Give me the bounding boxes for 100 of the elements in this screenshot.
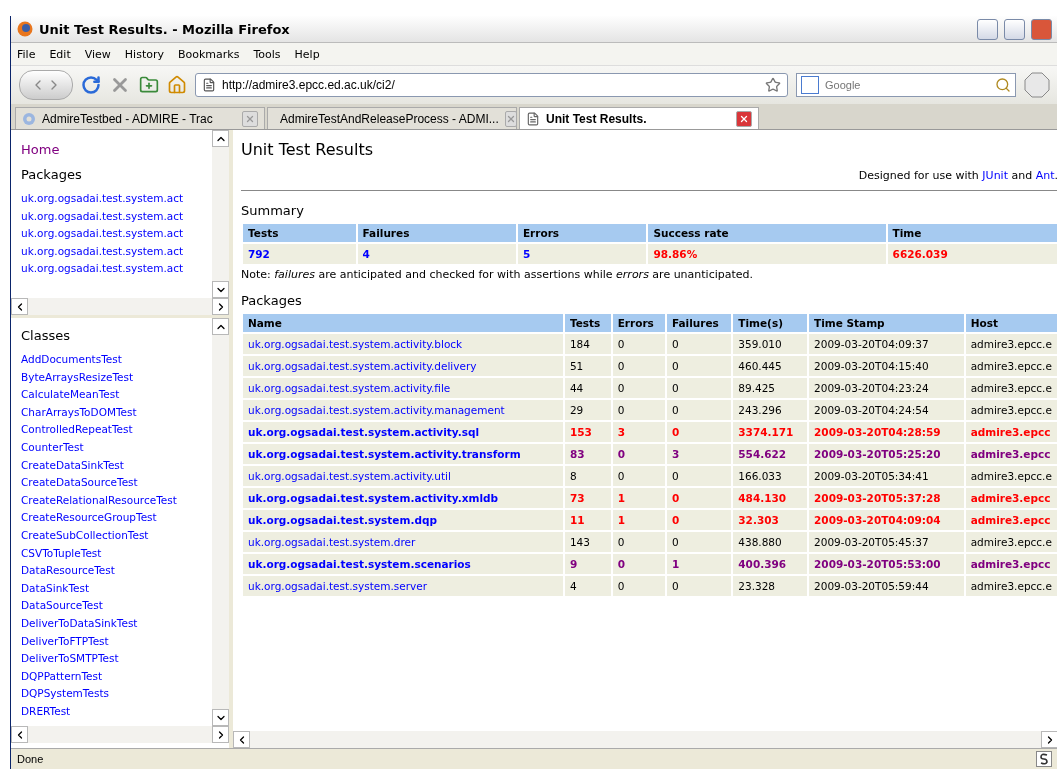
class-link[interactable]: CalculateMeanTest [21,386,212,404]
home-link[interactable]: Home [21,142,212,157]
menu-item[interactable]: Help [294,47,320,61]
search-box[interactable]: Google [796,73,1016,97]
class-link[interactable]: CreateDataSourceTest [21,474,212,492]
class-link[interactable]: CreateResourceGroupTest [21,509,212,527]
summary-cell: 98.86% [648,244,886,264]
table-cell: admire3.epcc.e [965,378,1057,398]
browser-tab[interactable]: AdmireTestAndReleaseProcess - ADMI... [267,107,517,129]
package-link[interactable]: uk.org.ogsadai.test.system.scenarios [248,558,471,570]
column-header: Time Stamp [809,314,964,332]
class-link[interactable]: DQPSystemTests [21,685,212,703]
minimize-button[interactable] [977,18,998,40]
vertical-scrollbar[interactable] [212,130,229,298]
horizontal-scrollbar[interactable] [11,726,229,743]
maximize-button[interactable] [1004,18,1025,40]
search-icon[interactable] [995,77,1011,93]
table-cell: 166.033 [733,466,808,486]
table-cell: 3374.171 [733,422,808,442]
horizontal-scrollbar[interactable] [11,298,229,315]
column-header: Tests [564,314,611,332]
class-link[interactable]: CreateDataSinkTest [21,456,212,475]
horizontal-scrollbar[interactable] [233,731,1057,748]
package-link[interactable]: uk.org.ogsadai.test.system.activity.block [248,338,463,350]
package-link[interactable]: uk.org.ogsadai.test.system.activity.xmldb [248,492,499,504]
package-link[interactable]: uk.org.ogsadai.test.system.act [21,190,212,208]
table-cell: 2009-03-20T05:37:28 [809,488,964,508]
package-link[interactable]: uk.org.ogsadai.test.system.dqp [248,514,437,526]
package-link[interactable]: uk.org.ogsadai.test.system.activity.file [248,382,451,394]
tab-close-button[interactable] [504,110,517,127]
close-button[interactable] [1031,18,1052,40]
package-link[interactable]: uk.org.ogsadai.test.system.act [21,242,212,261]
table-cell: 438.880 [733,532,808,552]
class-link[interactable]: ControlledRepeatTest [21,421,212,439]
class-link[interactable]: DQPPatternTest [21,667,212,686]
page-icon [526,111,540,126]
package-link[interactable]: uk.org.ogsadai.test.system.activity.transform [248,448,521,460]
table-cell: 400.396 [733,554,808,574]
class-link[interactable]: DeliverToFTPTest [21,632,212,651]
table-cell: 2009-03-20T05:34:41 [809,466,964,486]
package-link[interactable]: uk.org.ogsadai.test.system.activity.management [248,404,505,416]
class-link[interactable]: DeliverToSMTPTest [21,650,212,668]
vertical-scrollbar[interactable] [212,318,229,726]
close-icon [739,113,749,124]
summary-cell: 5 [517,244,647,264]
menu-item[interactable]: Bookmarks [178,47,240,61]
package-link[interactable]: uk.org.ogsadai.test.system.act [21,207,212,226]
summary-heading: Summary [241,203,305,218]
column-header: Time(s) [733,314,808,332]
package-link[interactable]: uk.org.ogsadai.test.system.drer [248,536,416,548]
menu-item[interactable]: File [17,47,36,61]
browser-tab[interactable]: AdmireTestbed - ADMIRE - Trac [15,107,265,129]
package-link[interactable]: uk.org.ogsadai.test.system.activity.sql [248,426,480,438]
package-link[interactable]: uk.org.ogsadai.test.system.act [21,225,212,243]
class-link[interactable]: CounterTest [21,438,212,457]
close-icon [245,113,255,124]
back-forward-button[interactable] [19,70,73,100]
class-link[interactable]: CreateRelationalResourceTest [21,491,212,510]
class-link[interactable]: DataSinkTest [21,579,212,598]
class-link[interactable]: DeliverToDataSinkTest [21,614,212,633]
bookmark-star-icon[interactable] [765,77,781,93]
class-link[interactable]: CharArraysToDOMTest [21,403,212,422]
note-text: Note: failures are anticipated and checked for with assertions while errors are unanticipated. [241,268,755,281]
menu-item[interactable]: History [124,47,164,61]
table-cell: 0 [612,334,665,354]
package-link[interactable]: uk.org.ogsadai.test.system.activity.util [248,470,451,482]
class-link[interactable]: CreateSubCollectionTest [21,526,212,545]
class-link[interactable]: AddDocumentsTest [21,351,212,369]
package-link[interactable]: uk.org.ogsadai.test.system.act [21,260,212,278]
table-cell: 73 [564,488,611,508]
class-link[interactable]: DRERTest [21,702,212,721]
class-link[interactable]: DataResourceTest [21,562,212,580]
menu-item[interactable]: View [84,47,111,61]
folder-plus-icon[interactable] [139,75,159,95]
table-cell: 0 [666,422,732,442]
page-title: Unit Test Results [241,140,375,159]
package-link[interactable]: uk.org.ogsadai.test.system.activity.delivery [248,360,477,372]
junit-link[interactable]: JUnit [982,169,1008,182]
reload-icon[interactable] [81,75,101,95]
address-field[interactable]: http://admire3.epcc.ed.ac.uk/ci2/ [195,73,788,97]
ant-link[interactable]: Ant [1035,169,1055,182]
table-cell: 0 [612,554,665,574]
table-cell: 0 [666,488,732,508]
credit-text: Designed for use with JUnit and Ant. [241,159,1057,191]
package-link[interactable]: uk.org.ogsadai.test.system.server [248,580,428,592]
class-link[interactable]: CSVToTupleTest [21,544,212,563]
menu-item[interactable]: Edit [49,47,71,61]
browser-tab[interactable]: Unit Test Results. [519,107,759,129]
table-cell: 243.296 [733,400,808,420]
class-link[interactable]: ByteArraysResizeTest [21,368,212,387]
class-link[interactable]: DataSourceTest [21,597,212,615]
table-cell: 0 [612,444,665,464]
tab-close-button[interactable] [736,110,752,127]
table-cell: 0 [612,576,665,596]
home-icon[interactable] [167,75,187,95]
table-cell: 32.303 [733,510,808,530]
tab-close-button[interactable] [242,110,258,127]
menu-item[interactable]: Tools [253,47,281,61]
table-cell: 0 [666,400,732,420]
table-cell: admire3.epcc.e [965,334,1057,354]
